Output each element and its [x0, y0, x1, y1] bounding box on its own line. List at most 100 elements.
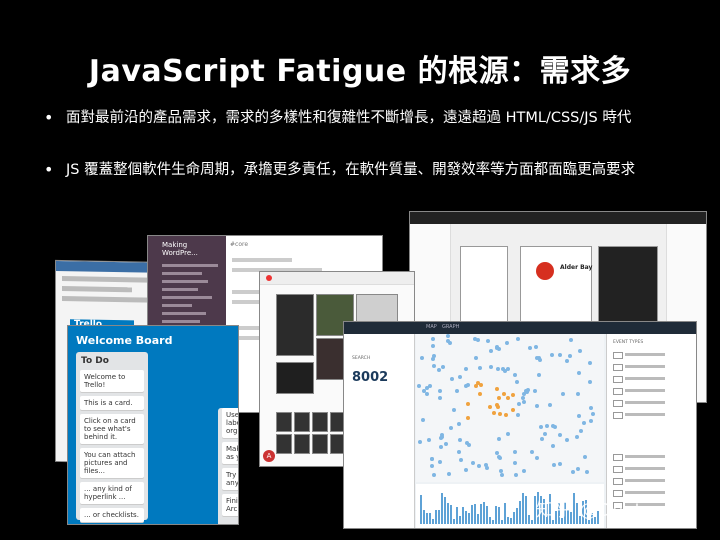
map-point [551, 443, 556, 448]
option-line [625, 353, 665, 356]
checkbox[interactable] [613, 376, 623, 383]
histogram-bar [486, 506, 488, 524]
histogram-bar [447, 502, 449, 524]
map-point [577, 371, 582, 375]
map-point [495, 386, 500, 391]
histogram-bar [468, 513, 470, 524]
histogram-bar [489, 517, 491, 524]
histogram-bar [441, 492, 443, 524]
watermark: 知乎 @Dexter.Yy [536, 500, 689, 521]
histogram-bar [420, 495, 422, 524]
option-line [625, 365, 665, 368]
histogram-bar [516, 507, 518, 524]
slide-title: JavaScript Fatigue 的根源：需求多 [88, 54, 632, 89]
histogram-bar [492, 520, 494, 524]
map-point [446, 472, 451, 476]
trello-list: Use color-coded labels for organization … [218, 408, 238, 524]
map-point [510, 407, 515, 412]
channel-line [162, 296, 212, 299]
search-label: SEARCH [352, 356, 371, 361]
histogram-bar [453, 518, 455, 524]
map-point [514, 472, 519, 477]
bullet-list: 面對最前沿的產品需求，需求的多樣性和復雜性不斷增長，遠遠超過 HTML/CSS/… [40, 108, 700, 212]
trello-card: Use color-coded labels for organization [222, 408, 238, 438]
map-point [538, 424, 543, 429]
map-point [589, 419, 594, 424]
checkbox[interactable] [613, 478, 623, 485]
option-line [625, 455, 665, 458]
map-point [430, 336, 435, 341]
map-point [430, 343, 435, 348]
map-point [511, 393, 516, 397]
map-point [582, 454, 587, 459]
histogram-bar [513, 511, 515, 524]
map-point [512, 450, 517, 455]
tab-graph: GRAPH [442, 324, 460, 330]
map-point [473, 356, 478, 361]
map-point [491, 411, 496, 415]
map-point [503, 369, 508, 374]
map-point [560, 391, 565, 396]
histogram-bar [501, 519, 503, 524]
map-point [465, 383, 470, 388]
map-point [536, 373, 541, 378]
map-point [581, 420, 586, 425]
map-point [421, 418, 426, 423]
map-point [497, 454, 501, 459]
map-point [498, 411, 503, 416]
histogram-bar [483, 501, 485, 524]
map-point [417, 439, 422, 444]
map-point [521, 399, 526, 404]
map-point [525, 387, 530, 392]
checkbox[interactable] [613, 466, 623, 473]
map-point [478, 366, 483, 371]
histogram-bar [426, 513, 428, 524]
map-point [545, 423, 550, 428]
map-point [488, 349, 493, 354]
map-point [534, 455, 539, 460]
histogram-bar [519, 501, 521, 524]
list-title: To Do [81, 356, 109, 366]
map-point [426, 437, 431, 442]
map-point [437, 396, 442, 401]
map-point [533, 388, 538, 393]
map-point [459, 457, 463, 462]
trello-card: You can attach pictures and files... [80, 448, 144, 478]
map-point [431, 363, 436, 368]
channel-line [162, 320, 200, 323]
histogram-bar [525, 495, 527, 524]
image-tile [312, 412, 328, 432]
map-point [530, 450, 535, 455]
map-point [440, 365, 445, 370]
map-point [465, 416, 470, 420]
map-point [528, 346, 533, 351]
map-point [549, 352, 554, 357]
map-point [497, 395, 502, 400]
histogram-bar [531, 519, 533, 524]
histogram-bar [429, 513, 431, 524]
map-point [496, 366, 501, 371]
map-point [430, 463, 435, 468]
map-point [558, 353, 563, 358]
checkbox[interactable] [613, 400, 623, 407]
channel-line [162, 288, 198, 291]
histogram-bar [444, 497, 446, 524]
histogram-bar [480, 503, 482, 524]
map-point [558, 433, 563, 438]
checkbox[interactable] [613, 454, 623, 461]
checkbox[interactable] [613, 364, 623, 371]
checkbox[interactable] [613, 412, 623, 419]
map-point [550, 423, 555, 428]
histogram-bar [465, 511, 467, 524]
filter-panel: SEARCH 8002 [344, 334, 415, 528]
map-point [516, 413, 521, 418]
checkbox[interactable] [613, 352, 623, 359]
map-point [454, 389, 459, 394]
map-point [547, 402, 552, 407]
checkbox[interactable] [613, 388, 623, 395]
map-point [587, 379, 592, 384]
histogram-bar [471, 505, 473, 524]
option-line [625, 377, 665, 380]
image-tile [294, 412, 310, 432]
sketch-toolbar [410, 212, 706, 224]
